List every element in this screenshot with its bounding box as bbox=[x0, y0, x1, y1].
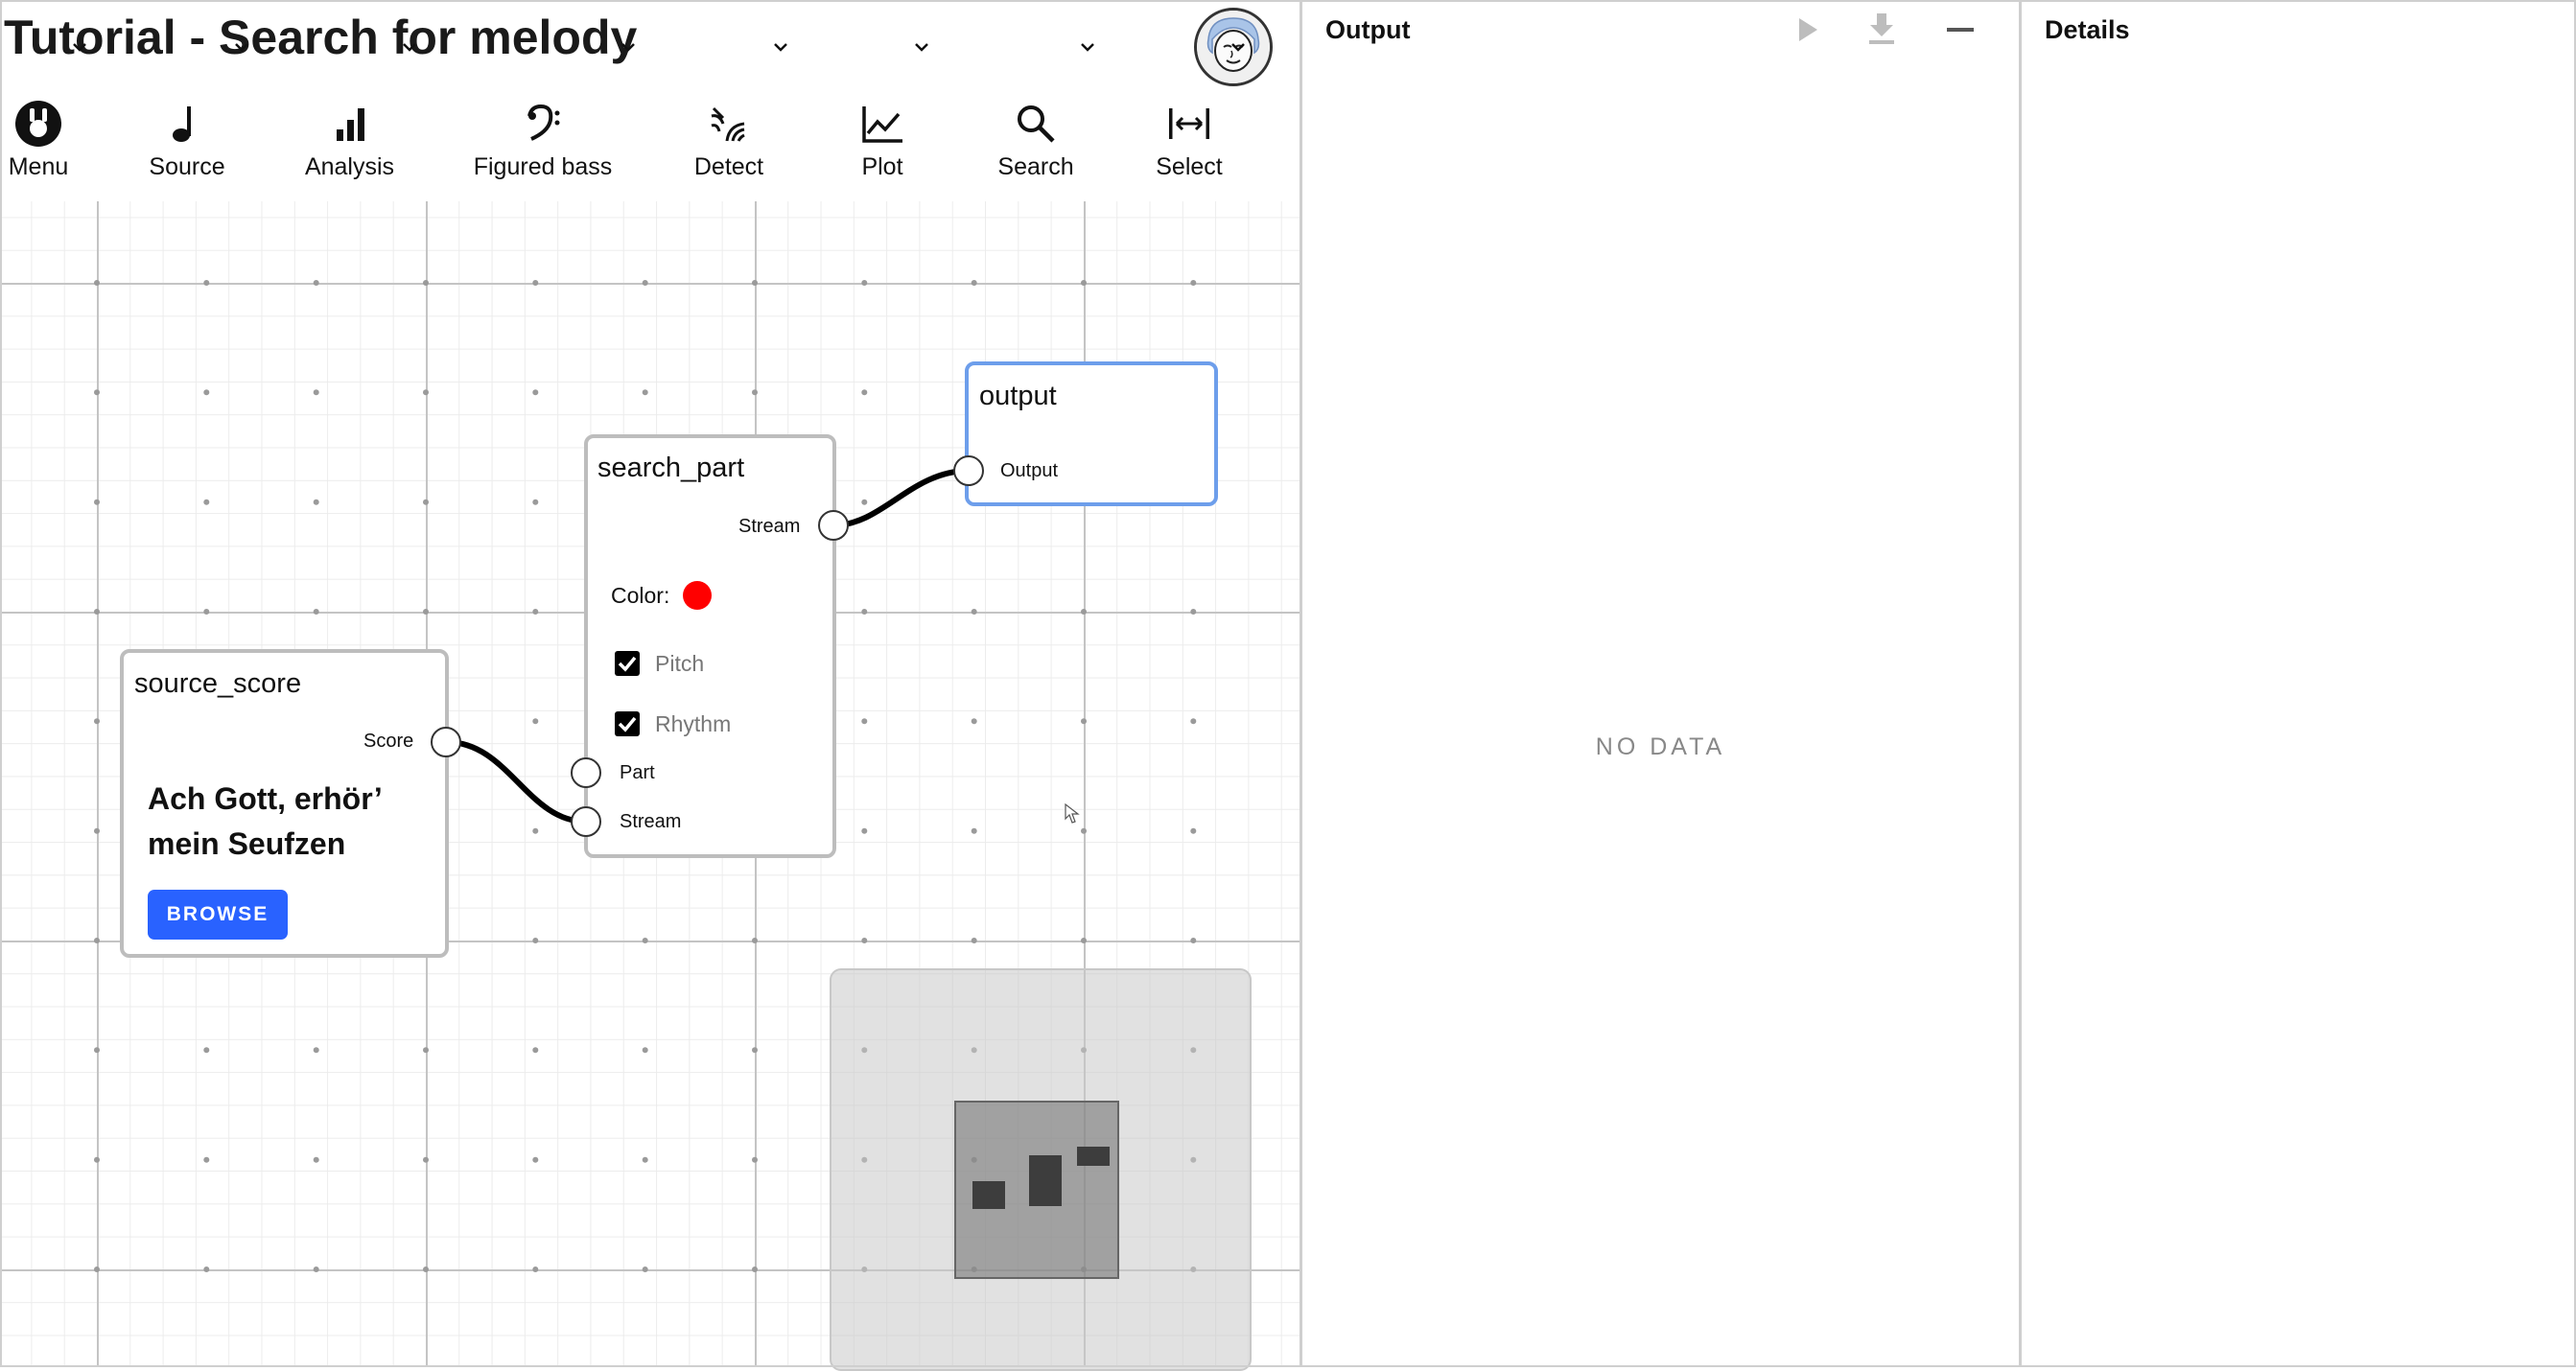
pitch-label: Pitch bbox=[655, 651, 705, 676]
minimize-icon[interactable] bbox=[1945, 15, 1976, 44]
checkmark-icon bbox=[618, 656, 637, 672]
pitch-checkbox[interactable] bbox=[615, 651, 640, 676]
node-search-part[interactable] bbox=[584, 434, 836, 858]
mouse-cursor-icon bbox=[1065, 803, 1080, 824]
minimap-node bbox=[1029, 1155, 1062, 1206]
score-title: Ach Gott, erhör’ mein Seufzen bbox=[148, 781, 381, 861]
color-swatch[interactable] bbox=[683, 581, 712, 610]
port-label-part: Part bbox=[620, 762, 655, 783]
minimap-node bbox=[1077, 1147, 1110, 1166]
rhythm-checkbox[interactable] bbox=[615, 711, 640, 736]
port-label-output: Output bbox=[1000, 460, 1059, 481]
node-title: output bbox=[979, 381, 1057, 411]
port-stream-input[interactable] bbox=[571, 806, 601, 837]
output-panel: Output NO DATA bbox=[1300, 0, 2019, 1367]
checkmark-icon bbox=[618, 716, 637, 732]
details-panel-title: Details bbox=[2045, 15, 2130, 44]
rhythm-label: Rhythm bbox=[655, 711, 732, 736]
node-title: source_score bbox=[134, 668, 302, 699]
browse-button[interactable]: BROWSE bbox=[148, 890, 288, 940]
port-label-stream-output: Stream bbox=[738, 516, 801, 537]
minimap-node bbox=[972, 1181, 1005, 1209]
port-score-output[interactable] bbox=[431, 727, 461, 757]
details-panel: Details bbox=[2019, 0, 2576, 1367]
edge-stream-to-output[interactable] bbox=[832, 468, 970, 528]
port-output-input[interactable] bbox=[953, 455, 984, 486]
port-part-input[interactable] bbox=[571, 757, 601, 788]
node-title: search_part bbox=[597, 453, 745, 483]
output-panel-title: Output bbox=[1325, 15, 1411, 44]
edge-score-to-stream[interactable] bbox=[446, 739, 587, 825]
port-label-score: Score bbox=[363, 731, 414, 752]
port-stream-output[interactable] bbox=[818, 510, 849, 541]
port-label-stream-input: Stream bbox=[620, 811, 682, 832]
color-label: Color: bbox=[611, 583, 670, 608]
no-data-message: NO DATA bbox=[1595, 733, 1726, 760]
download-icon[interactable] bbox=[1866, 12, 1897, 46]
play-icon[interactable] bbox=[1793, 15, 1820, 44]
